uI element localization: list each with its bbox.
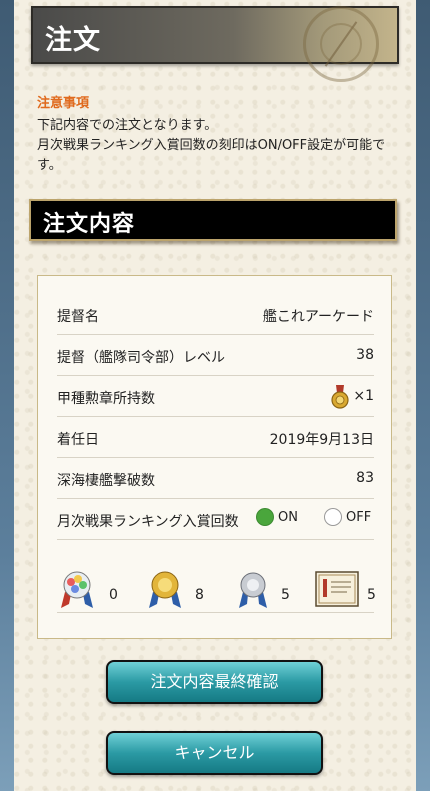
row-level: 提督（艦隊司令部）レベル 38 bbox=[57, 335, 374, 376]
gold-medal-count: 8 bbox=[195, 587, 204, 603]
ranking-on-radio[interactable]: ON bbox=[256, 508, 298, 526]
silver-medal-icon bbox=[239, 572, 267, 608]
header-bar: 注文 bbox=[31, 6, 399, 82]
abyssal-value: 83 bbox=[356, 470, 374, 486]
section-title: 注文内容 bbox=[43, 212, 136, 237]
certificate-count: 5 bbox=[367, 587, 376, 603]
ranking-off-radio[interactable]: OFF bbox=[324, 508, 371, 526]
notice-heading: 注意事項 bbox=[37, 96, 90, 111]
level-value: 38 bbox=[356, 347, 374, 363]
kou-medal-icon bbox=[331, 385, 349, 409]
row-appointed-date: 着任日 2019年9月13日 bbox=[57, 417, 374, 458]
gold-medal-icon bbox=[149, 571, 181, 608]
silver-medal-count: 5 bbox=[281, 587, 290, 603]
ranking-medals-row: 0 8 5 5 bbox=[57, 571, 376, 613]
rainbow-medal-icon bbox=[61, 571, 93, 608]
rainbow-medal-count: 0 bbox=[109, 587, 118, 603]
order-details-card: 提督名 艦これアーケード 提督（艦隊司令部）レベル 38 甲種勲章所持数 ×1 … bbox=[37, 275, 392, 639]
certificate-icon bbox=[315, 571, 359, 607]
compass-icon bbox=[303, 6, 379, 82]
appointed-label: 着任日 bbox=[57, 432, 99, 448]
ranking-on-label: ON bbox=[278, 509, 298, 525]
abyssal-label: 深海棲艦撃破数 bbox=[57, 473, 155, 489]
row-medal: 甲種勲章所持数 ×1 bbox=[57, 376, 374, 417]
admiral-name-label: 提督名 bbox=[57, 309, 99, 325]
page-title: 注文 bbox=[45, 25, 101, 56]
row-abyssal-kills: 深海棲艦撃破数 83 bbox=[57, 458, 374, 499]
row-admiral-name: 提督名 艦これアーケード bbox=[57, 294, 374, 335]
radio-off-indicator[interactable] bbox=[324, 508, 342, 526]
cancel-button[interactable]: キャンセル bbox=[106, 731, 323, 775]
notice-text: 下記内容での注文となります。 月次戦果ランキング入賞回数の刻印はON/OFF設定… bbox=[37, 116, 389, 176]
level-label: 提督（艦隊司令部）レベル bbox=[57, 350, 225, 366]
medal-value: ×1 bbox=[353, 388, 374, 404]
notice-line-1: 下記内容での注文となります。 bbox=[37, 118, 218, 133]
ranking-label: 月次戦果ランキング入賞回数 bbox=[57, 514, 239, 530]
radio-on-indicator[interactable] bbox=[256, 508, 274, 526]
row-ranking-toggle: 月次戦果ランキング入賞回数 ON OFF bbox=[57, 499, 374, 540]
ranking-off-label: OFF bbox=[346, 509, 372, 525]
notice-line-2: 月次戦果ランキング入賞回数の刻印はON/OFF設定が可能です。 bbox=[37, 138, 386, 173]
appointed-value: 2019年9月13日 bbox=[269, 432, 374, 448]
final-confirm-button[interactable]: 注文内容最終確認 bbox=[106, 660, 323, 704]
admiral-name-value: 艦これアーケード bbox=[262, 309, 374, 325]
section-header: 注文内容 bbox=[29, 199, 397, 241]
medal-label: 甲種勲章所持数 bbox=[57, 391, 155, 407]
